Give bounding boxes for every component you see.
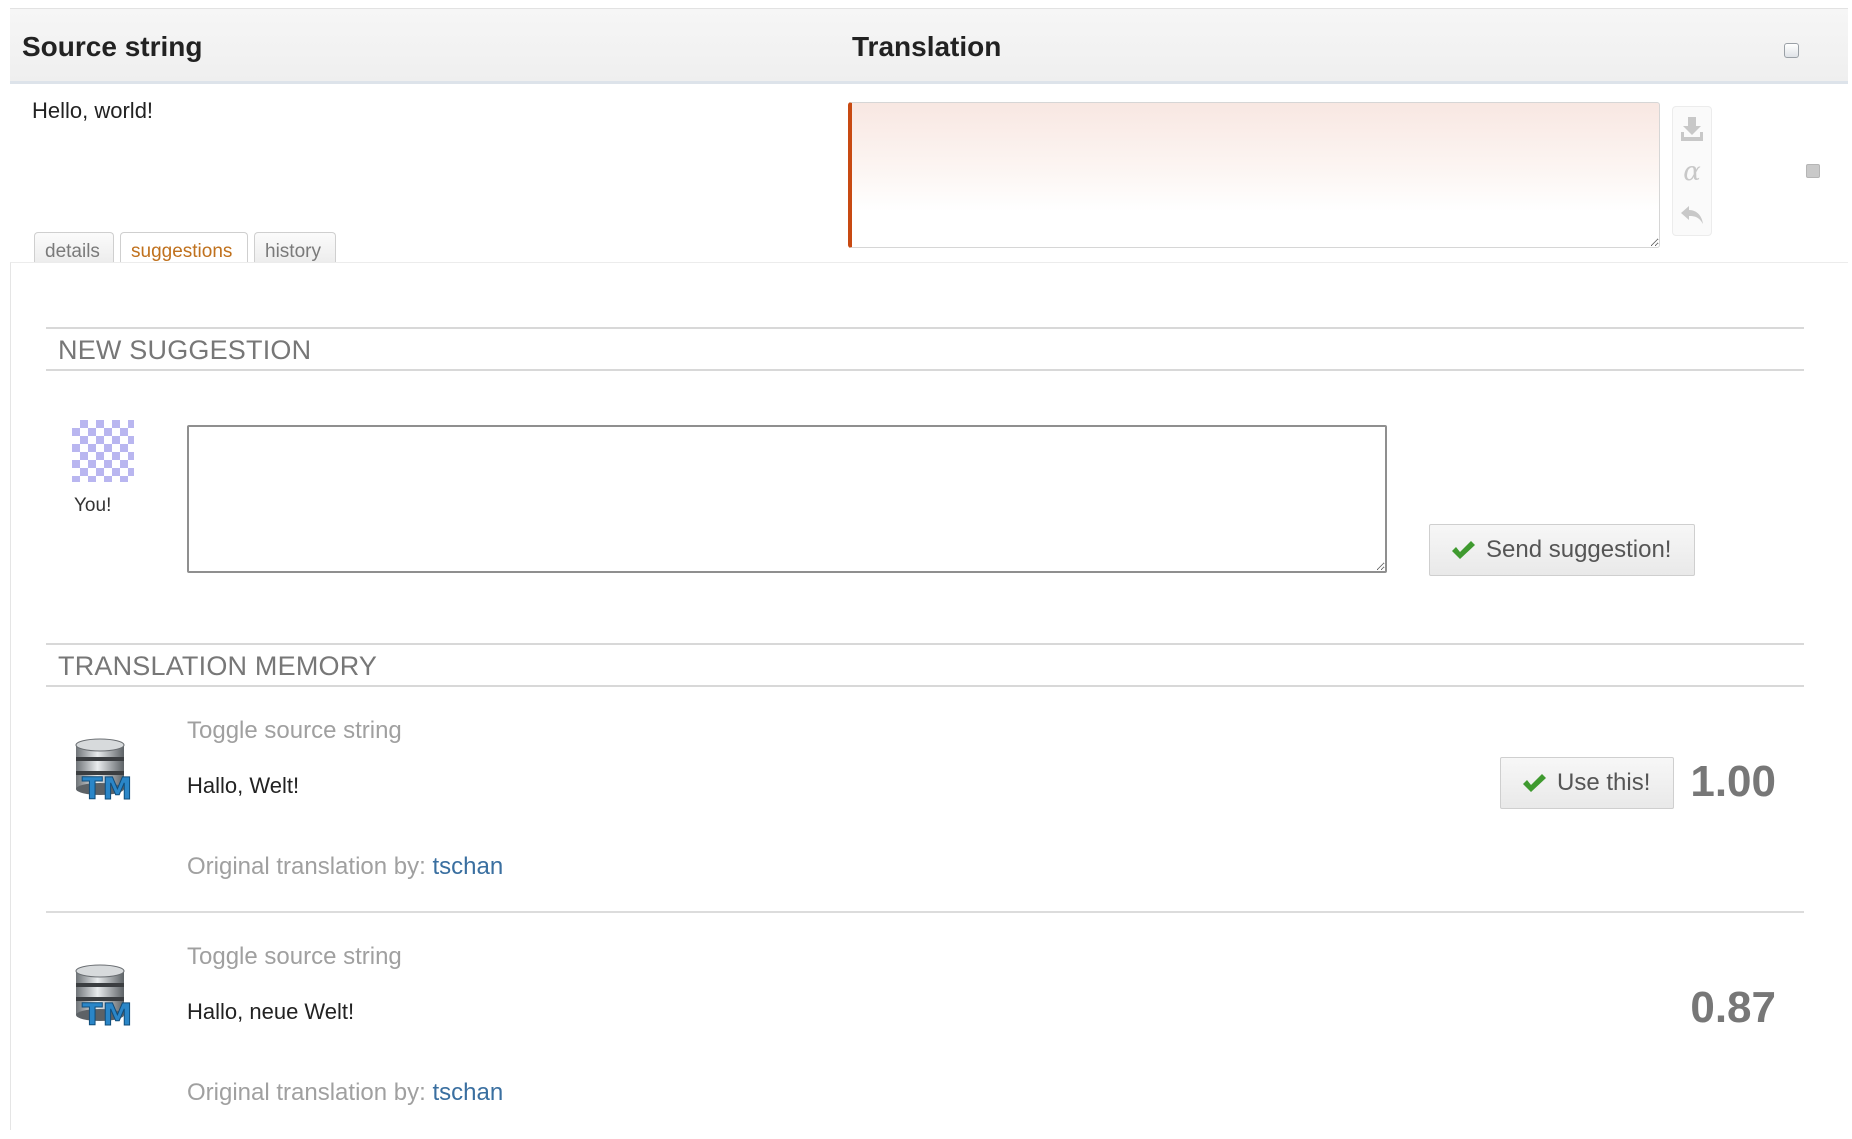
tm-credit-prefix: Original translation by:: [187, 853, 426, 880]
tm-target-text: Hallo, neue Welt!: [187, 999, 355, 1024]
undo-icon: [1681, 205, 1703, 224]
tab-details[interactable]: details: [34, 232, 114, 264]
undo-button[interactable]: [1673, 193, 1711, 236]
translation-memory-heading: TRANSLATION MEMORY: [46, 643, 1804, 687]
tm-target-text: Hallo, Welt!: [187, 773, 300, 798]
special-characters-icon: α: [1683, 156, 1701, 187]
select-all-checkbox[interactable]: [1784, 43, 1799, 58]
tm-credit-prefix: Original translation by:: [187, 1079, 426, 1106]
tm-entry: TM Toggle source string Hallo, Welt! Ori…: [46, 689, 1804, 913]
table-header: Source string Translation: [10, 8, 1848, 84]
copy-source-button[interactable]: [1673, 107, 1711, 150]
checkmark-icon: [1450, 539, 1476, 561]
tm-score: 0.87: [1690, 983, 1776, 1032]
send-suggestion-label: Send suggestion!: [1486, 536, 1672, 563]
toggle-source-string-link[interactable]: Toggle source string: [187, 943, 402, 971]
tm-user-link[interactable]: tschan: [432, 1079, 503, 1106]
toggle-source-string-link[interactable]: Toggle source string: [187, 717, 402, 745]
unit-fuzzy-checkbox[interactable]: [1806, 164, 1820, 178]
translation-memory-icon: TM: [75, 964, 133, 1029]
copy-source-icon: [1681, 116, 1703, 141]
new-suggestion-heading: NEW SUGGESTION: [46, 327, 1804, 371]
use-this-button[interactable]: Use this!: [1500, 757, 1674, 809]
tm-entry: TM Toggle source string Hallo, neue Welt…: [46, 915, 1804, 1139]
use-this-label: Use this!: [1557, 769, 1651, 796]
special-characters-button[interactable]: α: [1673, 150, 1711, 193]
tm-credit: Original translation by: tschan: [187, 853, 503, 881]
translation-tools: α: [1672, 106, 1712, 236]
tm-credit: Original translation by: tschan: [187, 1079, 503, 1107]
svg-text:TM: TM: [82, 998, 132, 1029]
avatar-username: You!: [74, 495, 112, 516]
translation-memory-icon: TM: [75, 738, 133, 803]
source-string-text: Hello, world!: [32, 98, 154, 123]
source-string-column-title: Source string: [22, 31, 203, 62]
svg-text:TM: TM: [82, 772, 132, 803]
user-avatar: [72, 420, 134, 482]
tab-history[interactable]: history: [254, 232, 336, 264]
tm-user-link[interactable]: tschan: [432, 853, 503, 880]
send-suggestion-button[interactable]: Send suggestion!: [1429, 524, 1695, 576]
translation-unit-row: Hello, world! details suggestions histor…: [10, 84, 1848, 266]
suggestions-panel: NEW SUGGESTION You! Send suggestion! TRA…: [10, 262, 1848, 1130]
translation-input[interactable]: [848, 102, 1660, 248]
tm-score: 1.00: [1690, 757, 1776, 806]
checkmark-icon: [1521, 772, 1547, 794]
tab-suggestions[interactable]: suggestions: [120, 232, 248, 266]
translation-column-title: Translation: [852, 31, 1002, 62]
suggestion-input[interactable]: [187, 425, 1387, 573]
